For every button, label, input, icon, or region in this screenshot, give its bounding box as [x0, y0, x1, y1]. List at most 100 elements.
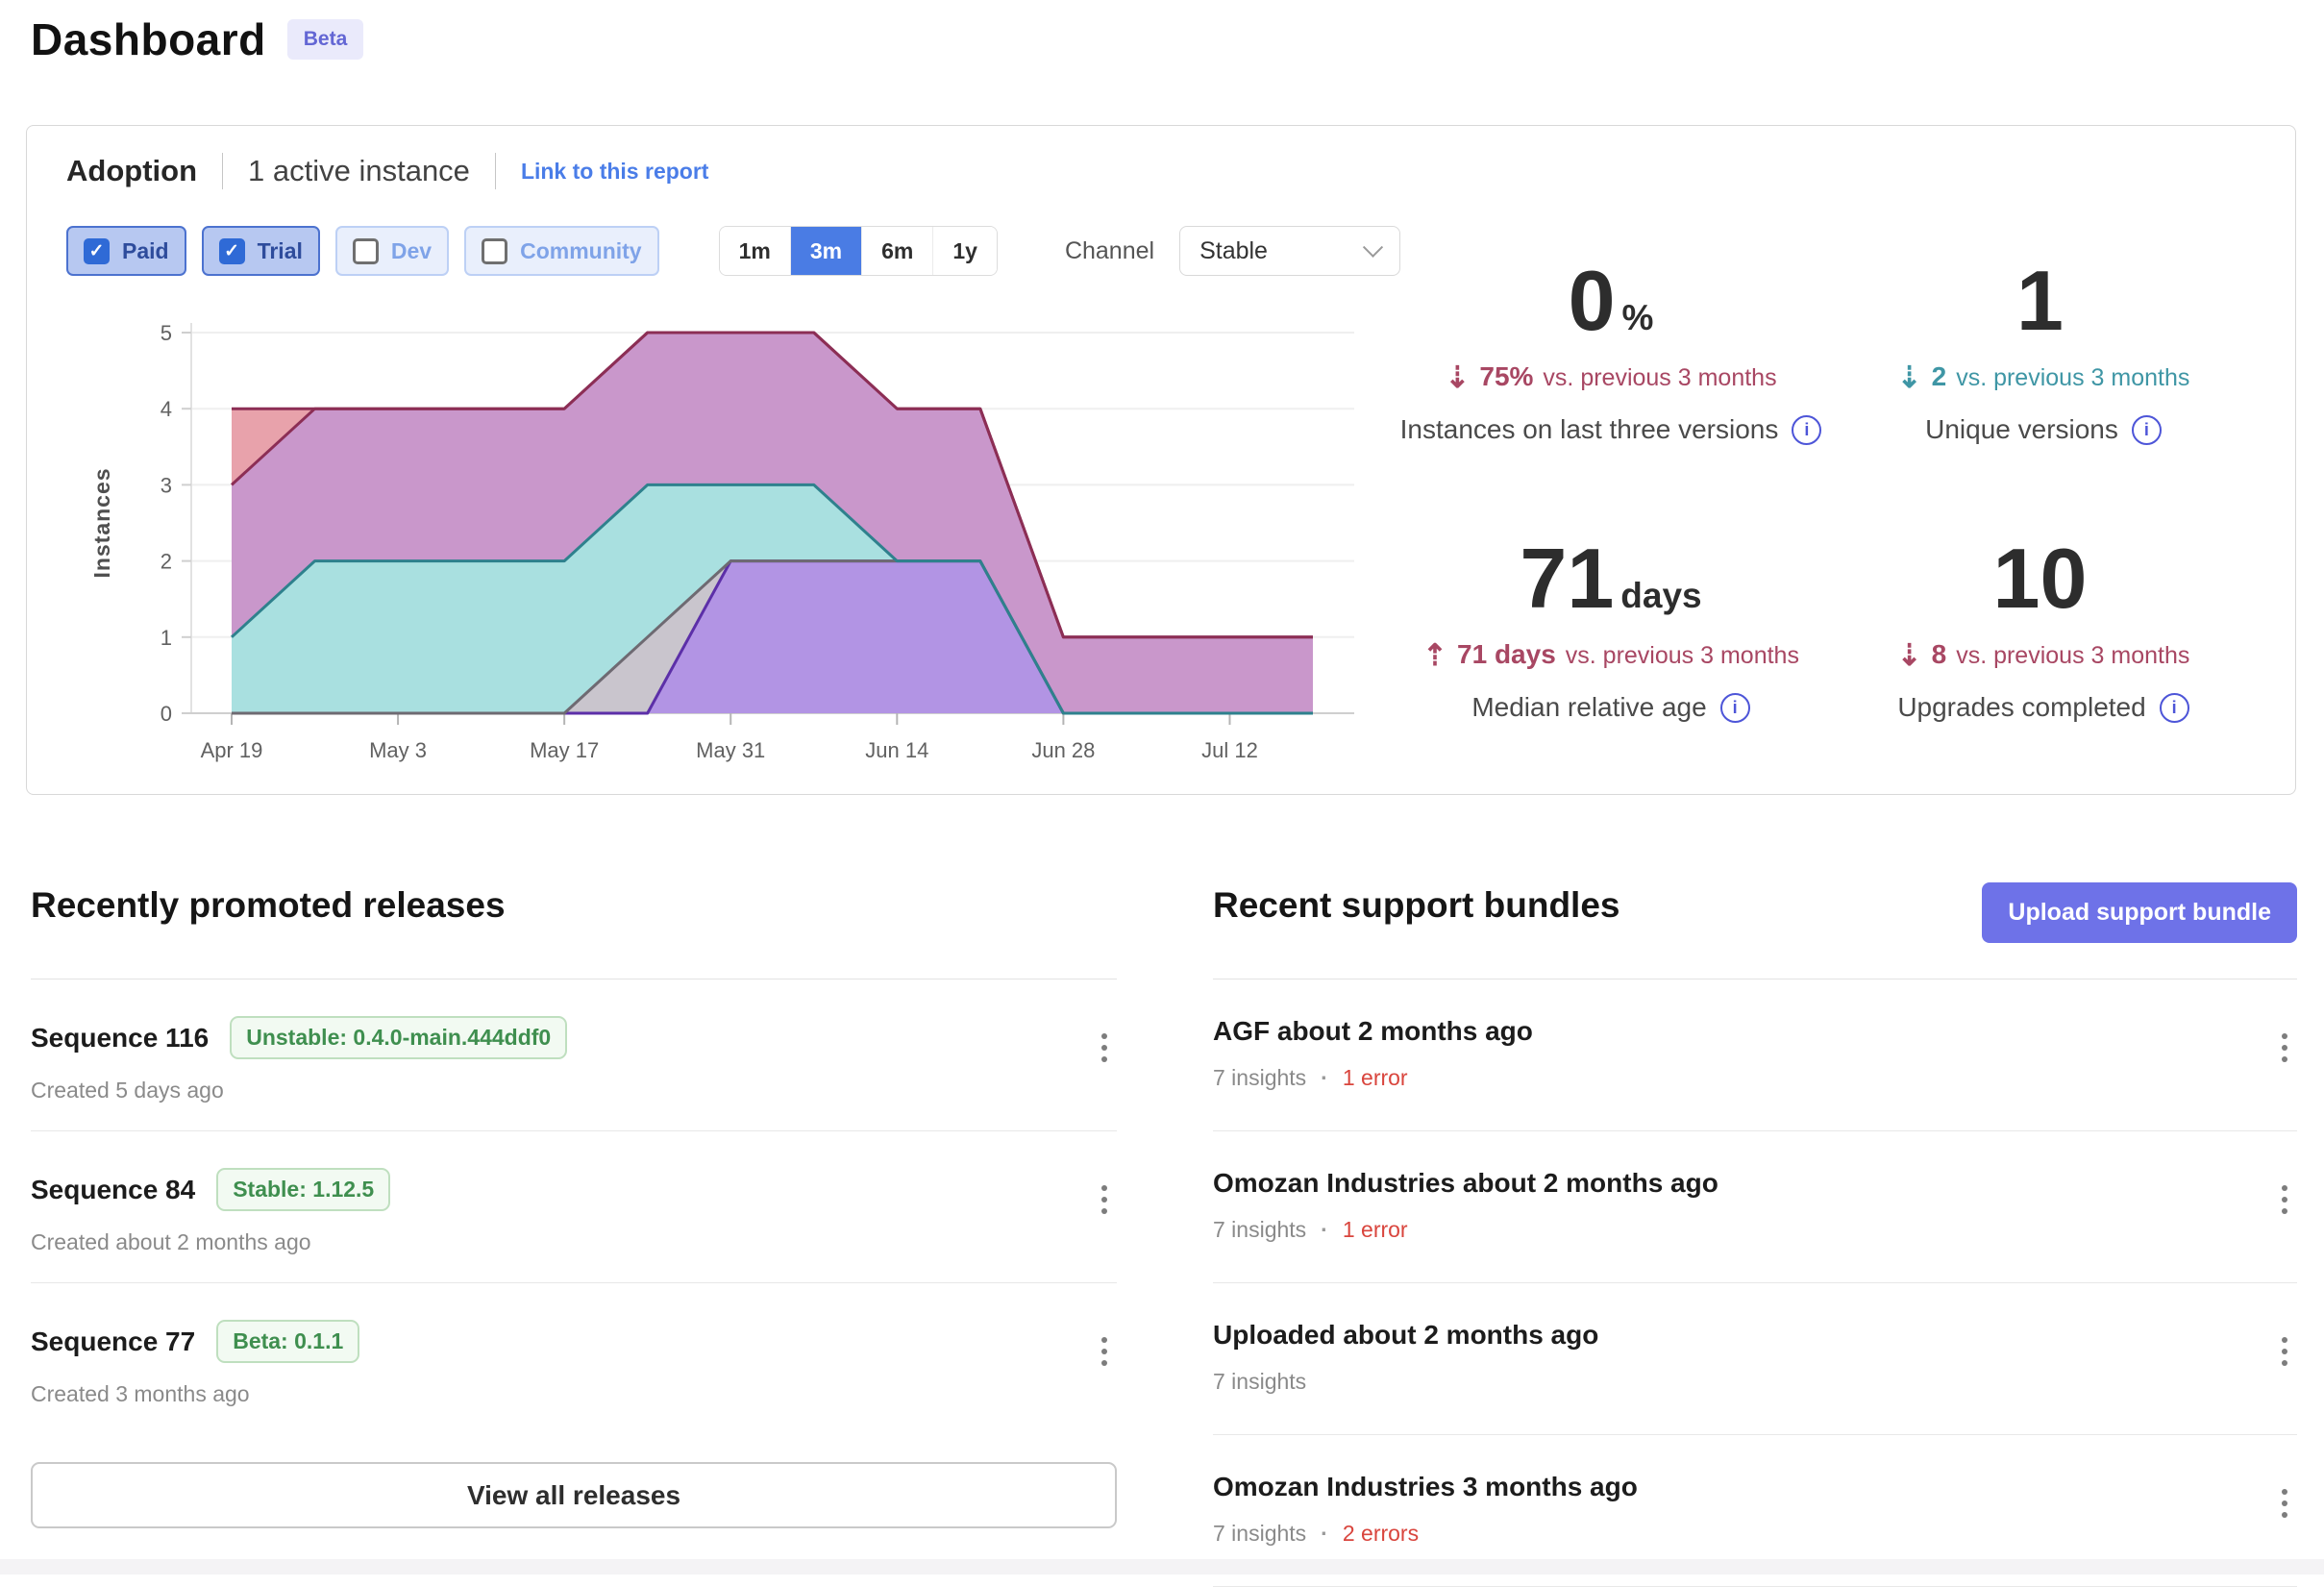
- adoption-title: Adoption: [66, 154, 197, 188]
- bundle-title-line: Omozan Industries about 2 months ago: [1213, 1168, 1718, 1199]
- kebab-menu-icon[interactable]: [2272, 1026, 2297, 1070]
- stat-unit: days: [1620, 578, 1701, 613]
- kebab-menu-icon[interactable]: [1092, 1178, 1117, 1222]
- bundle-title: Omozan Industries about 2 months ago: [1213, 1168, 1718, 1199]
- time-range-label: 6m: [881, 238, 913, 264]
- stat-label-row: Unique versions: [1827, 414, 2260, 445]
- kebab-menu-icon[interactable]: [2272, 1178, 2297, 1222]
- bundle-error: 1 error: [1343, 1217, 1408, 1243]
- support-bundle-row[interactable]: AGF about 2 months ago 7 insights · 1 er…: [1213, 979, 2297, 1131]
- trend-suffix: vs. previous 3 months: [1566, 642, 1799, 670]
- bundle-insights: 7 insights: [1213, 1065, 1306, 1091]
- active-instance-count: 1 active instance: [248, 154, 470, 188]
- license-filter-label: Community: [520, 238, 642, 264]
- trend-arrow-icon: ⇣: [1445, 360, 1470, 395]
- bundle-meta: 7 insights · 2 errors: [1213, 1521, 1638, 1547]
- time-range-option[interactable]: 1y: [933, 227, 997, 275]
- time-range-option[interactable]: 6m: [862, 227, 933, 275]
- kebab-menu-icon[interactable]: [2272, 1481, 2297, 1525]
- support-bundles-section: Recent support bundles Upload support bu…: [1213, 882, 2297, 1587]
- bundle-meta: 7 insights · 1 error: [1213, 1217, 1718, 1243]
- info-icon[interactable]: [1792, 415, 1821, 445]
- info-icon[interactable]: [2132, 415, 2162, 445]
- license-filter-button[interactable]: Dev: [335, 226, 449, 276]
- bundle-info: Omozan Industries 3 months ago 7 insight…: [1213, 1472, 1638, 1547]
- trend-arrow-icon: ⇣: [1897, 638, 1922, 673]
- svg-text:Instances: Instances: [89, 467, 114, 578]
- svg-text:5: 5: [161, 321, 172, 345]
- kebab-menu-icon[interactable]: [1092, 1026, 1117, 1070]
- svg-text:Jul 12: Jul 12: [1201, 738, 1258, 762]
- release-row[interactable]: Sequence 116 Unstable: 0.4.0-main.444ddf…: [31, 979, 1117, 1131]
- license-filter-button[interactable]: Community: [464, 226, 659, 276]
- support-bundles-header: Recent support bundles Upload support bu…: [1213, 882, 2297, 979]
- stat-trend: ⇡ 71 days vs. previous 3 months: [1395, 636, 1827, 671]
- trend-arrow-icon: ⇣: [1897, 360, 1922, 395]
- trend-delta: 2: [1932, 361, 1947, 392]
- support-bundle-row[interactable]: Uploaded about 2 months ago 7 insights ·: [1213, 1283, 2297, 1435]
- svg-text:0: 0: [161, 702, 172, 726]
- release-title: Sequence 77: [31, 1327, 195, 1357]
- release-title-line: Sequence 84 Stable: 1.12.5: [31, 1168, 390, 1211]
- release-title-line: Sequence 77 Beta: 0.1.1: [31, 1320, 359, 1363]
- stat-label-row: Median relative age: [1395, 692, 1827, 723]
- checkbox-icon: ✓: [219, 238, 245, 264]
- release-created-text: Created 3 months ago: [31, 1381, 250, 1407]
- svg-text:May 31: May 31: [696, 738, 765, 762]
- bundle-error: 2 errors: [1343, 1521, 1419, 1547]
- bundle-info: Omozan Industries about 2 months ago 7 i…: [1213, 1168, 1718, 1243]
- release-title: Sequence 116: [31, 1023, 209, 1054]
- release-title: Sequence 84: [31, 1175, 195, 1205]
- adoption-stat: 71 days ⇡ 71 days vs. previous 3 months …: [1395, 536, 1827, 723]
- license-filter-button[interactable]: ✓ Trial: [202, 226, 320, 276]
- info-icon[interactable]: [2160, 693, 2189, 723]
- releases-section-header: Recently promoted releases: [31, 882, 1117, 979]
- stat-label: Unique versions: [1925, 414, 2118, 445]
- stat-label: Upgrades completed: [1897, 692, 2145, 723]
- license-filter-label: Trial: [258, 238, 303, 264]
- channel-label: Channel: [1065, 237, 1154, 265]
- release-version-badge: Beta: 0.1.1: [216, 1320, 359, 1363]
- bundle-insights: 7 insights: [1213, 1521, 1306, 1547]
- stat-value: 71: [1520, 536, 1614, 621]
- support-bundles-list: AGF about 2 months ago 7 insights · 1 er…: [1213, 979, 2297, 1587]
- time-range-option[interactable]: 1m: [720, 227, 791, 275]
- svg-text:May 17: May 17: [530, 738, 599, 762]
- adoption-filter-row: ✓ Paid ✓ Trial Dev Community: [66, 226, 1400, 276]
- chevron-down-icon: [1363, 236, 1383, 257]
- upload-support-bundle-button[interactable]: Upload support bundle: [1982, 882, 2297, 943]
- release-row[interactable]: Sequence 77 Beta: 0.1.1 Created 3 months…: [31, 1283, 1117, 1435]
- kebab-menu-icon[interactable]: [2272, 1329, 2297, 1374]
- channel-select[interactable]: Stable: [1179, 226, 1400, 276]
- svg-text:Apr 19: Apr 19: [201, 738, 263, 762]
- support-bundle-row[interactable]: Omozan Industries about 2 months ago 7 i…: [1213, 1131, 2297, 1283]
- bundle-title-line: AGF about 2 months ago: [1213, 1016, 1533, 1047]
- info-icon[interactable]: [1720, 693, 1750, 723]
- stat-value: 1: [2016, 259, 2064, 343]
- license-filter-group: ✓ Paid ✓ Trial Dev Community: [66, 226, 675, 276]
- divider: [495, 153, 496, 189]
- link-to-report[interactable]: Link to this report: [521, 159, 709, 185]
- stat-unit: %: [1622, 300, 1654, 335]
- kebab-menu-icon[interactable]: [1092, 1329, 1117, 1374]
- bundle-insights: 7 insights: [1213, 1217, 1306, 1243]
- adoption-stats: 0 % ⇣ 75% vs. previous 3 months Instance…: [1395, 259, 2260, 723]
- license-filter-button[interactable]: ✓ Paid: [66, 226, 186, 276]
- time-range-option[interactable]: 3m: [791, 227, 862, 275]
- svg-text:2: 2: [161, 550, 172, 574]
- channel-value: Stable: [1199, 237, 1268, 265]
- viewport-bottom-strip: [0, 1559, 2324, 1575]
- bundle-error: 1 error: [1343, 1065, 1408, 1091]
- view-all-releases-button[interactable]: View all releases: [31, 1462, 1117, 1528]
- adoption-card: Adoption 1 active instance Link to this …: [26, 125, 2296, 795]
- release-info: Sequence 84 Stable: 1.12.5 Created about…: [31, 1168, 390, 1255]
- adoption-stat: 0 % ⇣ 75% vs. previous 3 months Instance…: [1395, 259, 1827, 445]
- svg-text:4: 4: [161, 397, 172, 421]
- release-row[interactable]: Sequence 84 Stable: 1.12.5 Created about…: [31, 1131, 1117, 1283]
- bundle-insights: 7 insights: [1213, 1369, 1306, 1395]
- stat-label: Instances on last three versions: [1400, 414, 1779, 445]
- stat-value-row: 71 days: [1395, 536, 1827, 621]
- bundle-info: Uploaded about 2 months ago 7 insights ·: [1213, 1320, 1598, 1395]
- stat-label-row: Upgrades completed: [1827, 692, 2260, 723]
- stat-value-row: 1: [1827, 259, 2260, 343]
